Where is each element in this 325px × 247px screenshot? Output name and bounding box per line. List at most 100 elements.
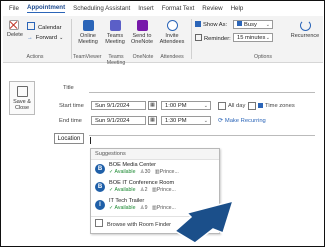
room-suggestion[interactable]: B BOE Media Center ✓ Available ♙30 ▥Prin… [95,162,215,178]
room-finder-icon [95,219,103,227]
time-zones-checkbox[interactable] [248,102,256,110]
room-avatar: B [95,182,105,192]
available-icon: ✓ [109,187,114,193]
all-day-label: All day [228,103,246,109]
start-time-field[interactable]: 1:00 PM ⌄ [161,101,211,110]
recurrence-button[interactable]: Recurrence [288,20,322,39]
calendar-label: Calendar [38,25,62,31]
reminder-label: Reminder: [204,36,231,42]
menu-insert[interactable]: Insert [138,5,153,12]
group-actions-label: Actions [26,54,44,60]
teams-meeting-label-2: Meeting [105,39,125,45]
delete-label: Delete [7,32,23,38]
menu-appointment[interactable]: Appointment [26,4,66,13]
reminder-control: Reminder: [195,34,231,42]
room-capacity: 9 [144,205,148,211]
show-as-icon [195,21,201,27]
room-building: Prince... [156,187,176,193]
show-as-control: Show As: [195,21,227,28]
make-recurring-label: Make Recurring [224,118,266,124]
room-meta: ✓ Available ♙30 ▥Prince... [109,169,179,175]
calendar-button[interactable]: Calendar [27,22,62,31]
reminder-value: 15 minutes [237,35,266,41]
end-time-label: End time [59,118,82,124]
location-button[interactable]: Location [54,133,84,144]
teams-icon [109,20,121,31]
start-time-value: 1:00 PM [165,103,187,109]
recurrence-icon [299,20,311,31]
delete-icon [9,20,19,30]
online-meeting-label-2: Meeting [78,39,98,45]
group-separator [71,19,72,59]
group-teamviewer-label: TeamViewer [73,54,102,60]
calendar-picker-icon[interactable]: ▦ [148,116,157,125]
group-teams-label: Teams Meeting [106,54,126,66]
chevron-down-icon: ⌄ [265,22,270,28]
room-meta: ✓ Available ♙2 ▥Prince... [109,187,176,193]
recurrence-icon: ⟳ [218,118,223,124]
chevron-down-icon: ⌄ [265,35,270,41]
menu-bar: File Appointment Scheduling Assistant In… [1,1,324,15]
save-and-close-button[interactable]: Save & Close [9,81,35,115]
menu-review[interactable]: Review [202,5,222,12]
show-as-label: Show As: [203,22,228,28]
send-to-onenote-button[interactable]: Send to OneNote [131,20,153,45]
save-close-label-2: Close [14,105,30,111]
menu-scheduling-assistant[interactable]: Scheduling Assistant [73,5,130,12]
all-day-checkbox[interactable] [218,102,226,110]
show-as-dropdown[interactable]: Busy ⌄ [233,20,273,29]
delete-button[interactable]: Delete [7,20,23,38]
title-label: Title [63,85,74,91]
end-time-value: 1:30 PM [165,118,187,124]
busy-swatch-icon [237,21,242,26]
make-recurring-link[interactable]: ⟳ Make Recurring [218,118,266,124]
room-status: Available [114,205,136,211]
suggestions-header: Suggestions [91,149,219,160]
ribbon: Delete Calendar → Forward ⌄ Actions Online… [3,16,323,66]
title-input[interactable] [89,92,315,93]
group-onenote-label: OneNote [132,54,154,60]
room-meta: ✓ Available ♙9 ▥Prince... [109,205,176,211]
room-capacity: 2 [144,187,148,193]
room-name: BOE Media Center [109,162,156,168]
browse-room-finder-button[interactable]: Browse with Room Finder [95,219,171,228]
menu-file[interactable]: File [9,5,19,12]
end-date-value: Sun 9/1/2024 [95,118,130,124]
end-date-field[interactable]: Sun 9/1/2024 [91,116,146,125]
room-avatar: I [95,200,105,210]
globe-icon [258,103,263,108]
start-date-value: Sun 9/1/2024 [95,103,130,109]
calendar-picker-icon[interactable]: ▦ [148,101,157,110]
forward-button[interactable]: → Forward ⌄ [27,35,63,41]
chevron-down-icon: ⌄ [203,103,208,109]
callout-arrow-icon [173,199,235,243]
online-meeting-button[interactable]: Online Meeting [77,20,99,45]
browse-room-finder-label: Browse with Room Finder [107,222,172,228]
calendar-icon [27,22,35,30]
group-separator [191,19,192,59]
end-time-field[interactable]: 1:30 PM ⌄ [161,116,211,125]
teams-meeting-button[interactable]: Teams Meeting [103,20,127,45]
chevron-down-icon: ⌄ [203,118,208,124]
online-meeting-icon [82,20,94,31]
room-suggestion[interactable]: B BOE IT Conference Room ✓ Available ♙2 … [95,180,215,196]
outlook-appointment-window: File Appointment Scheduling Assistant In… [0,0,325,247]
recurrence-label: Recurrence [290,33,320,39]
text-cursor [90,137,91,144]
room-status: Available [114,187,136,193]
show-as-value: Busy [244,22,257,28]
location-input[interactable] [89,135,315,136]
reminder-dropdown[interactable]: 15 minutes ⌄ [233,33,273,42]
menu-help[interactable]: Help [231,5,244,12]
start-date-field[interactable]: Sun 9/1/2024 [91,101,146,110]
time-zones-button[interactable]: Time zones [258,103,295,109]
room-avatar: B [95,164,105,174]
room-status: Available [114,169,136,175]
room-capacity: 30 [144,169,151,175]
available-icon: ✓ [109,205,114,211]
group-attendees-label: Attendees [160,54,184,60]
invite-attendees-button[interactable]: Invite Attendees [159,20,185,45]
time-zones-label: Time zones [265,103,295,109]
menu-format-text[interactable]: Format Text [162,5,195,12]
group-options-label: Options [254,54,272,60]
